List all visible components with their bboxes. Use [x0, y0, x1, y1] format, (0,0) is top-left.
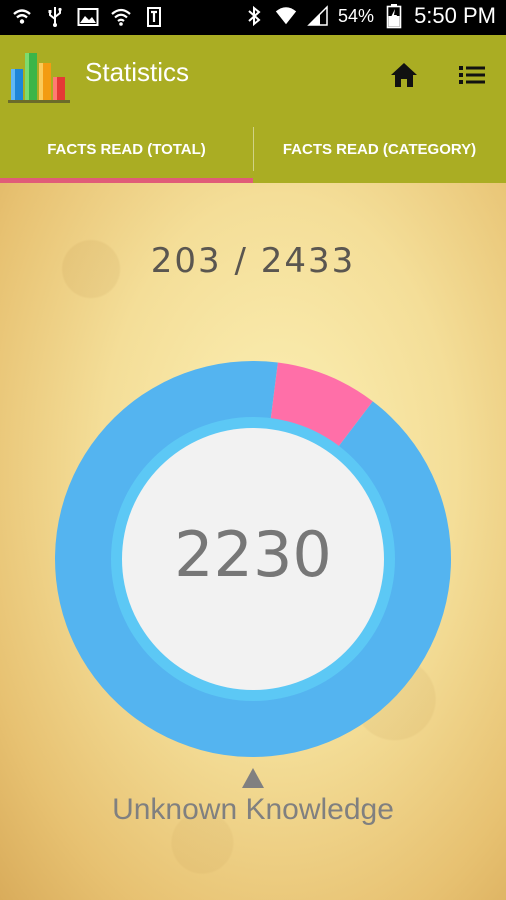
clock-time: 5:50 PM	[414, 3, 496, 28]
notification-icons	[10, 5, 166, 29]
bar-chart-logo-icon	[8, 47, 72, 103]
home-button[interactable]	[388, 59, 420, 91]
list-menu-button[interactable]	[456, 59, 488, 91]
page-title: Statistics	[85, 57, 190, 87]
statistics-panel: 203 / 2433 2230 Unknown Knowledge	[0, 183, 506, 900]
home-icon	[391, 63, 417, 87]
wifi-secure-icon	[109, 5, 133, 29]
tab-facts-read-total[interactable]: FACTS READ (TOTAL)	[0, 115, 253, 183]
bluetooth-icon	[242, 4, 266, 28]
list-menu-icon	[459, 66, 485, 84]
wifi-signal-icon	[274, 4, 298, 28]
app-bar: Statistics	[0, 35, 506, 115]
facts-read-ratio: 203 / 2433	[150, 241, 356, 281]
tab-facts-read-category[interactable]: FACTS READ (CATEGORY)	[253, 115, 506, 183]
usb-icon	[43, 5, 67, 29]
image-icon	[76, 5, 100, 29]
status-bar: 54% 5:50 PM	[0, 0, 506, 35]
tmobile-icon	[142, 5, 166, 29]
tab-bar: FACTS READ (TOTAL) FACTS READ (CATEGORY)	[0, 115, 506, 183]
wifi-calling-icon	[10, 5, 34, 29]
selected-segment-label: Unknown Knowledge	[112, 793, 394, 826]
cell-signal-icon	[306, 4, 330, 28]
segment-pointer-icon	[242, 768, 264, 788]
system-icons: 54% 5:50 PM	[242, 3, 496, 29]
battery-charging-icon	[382, 4, 406, 29]
donut-center-value: 2230	[174, 518, 332, 591]
battery-percent: 54%	[338, 5, 375, 26]
